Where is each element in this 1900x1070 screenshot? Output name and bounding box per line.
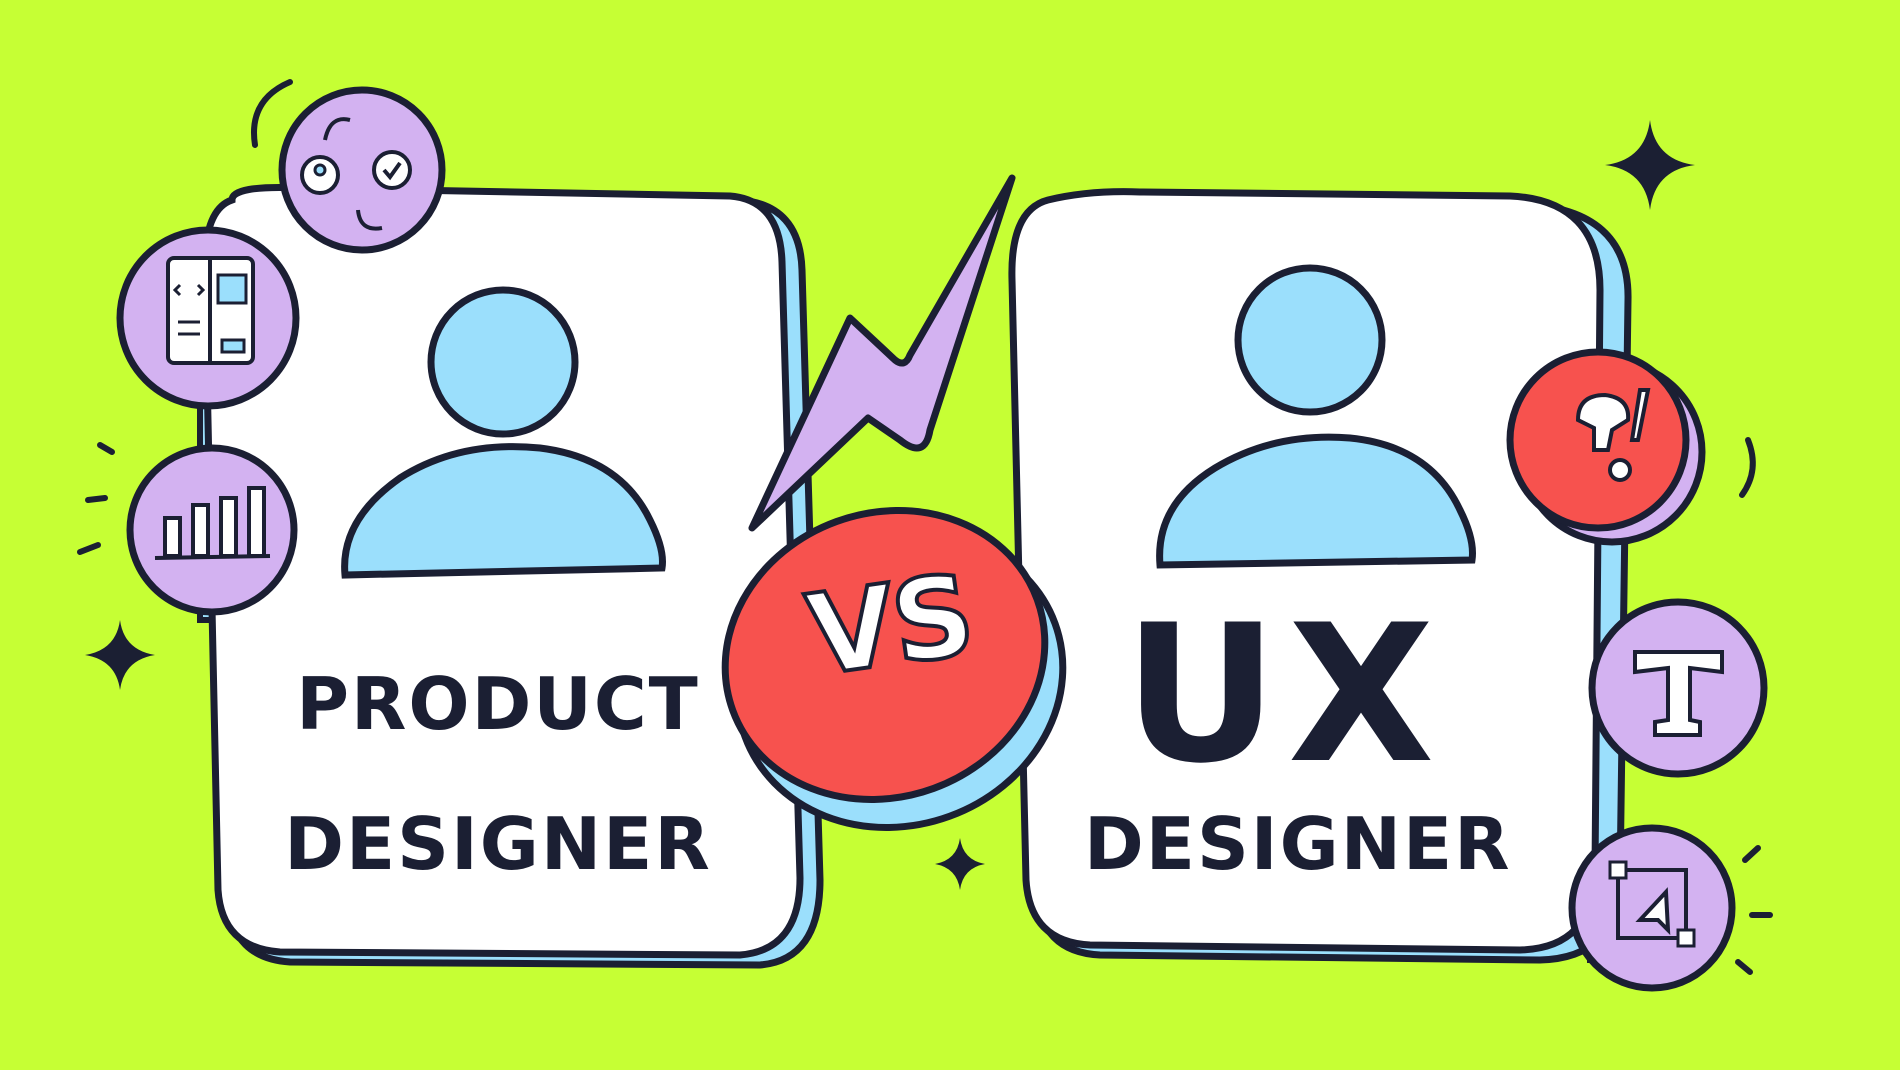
wireframe-code-icon: [116, 226, 300, 410]
illustration-scene: PRODUCT DESIGNER UX DESIGNER VS: [0, 0, 1900, 1070]
right-title-line1: UX: [1123, 584, 1445, 805]
illustration-canvas: [77, 79, 1773, 992]
right-title-line2: DESIGNER: [1084, 802, 1512, 886]
bar-chart-icon: [126, 444, 298, 616]
vs-label: VS: [798, 548, 982, 703]
left-title-line2: DESIGNER: [284, 802, 712, 886]
text-tool-icon: [1588, 598, 1768, 778]
left-title-line1: PRODUCT: [296, 662, 700, 746]
selection-cursor-icon: [1568, 824, 1736, 992]
workflow-icon: [278, 86, 446, 254]
